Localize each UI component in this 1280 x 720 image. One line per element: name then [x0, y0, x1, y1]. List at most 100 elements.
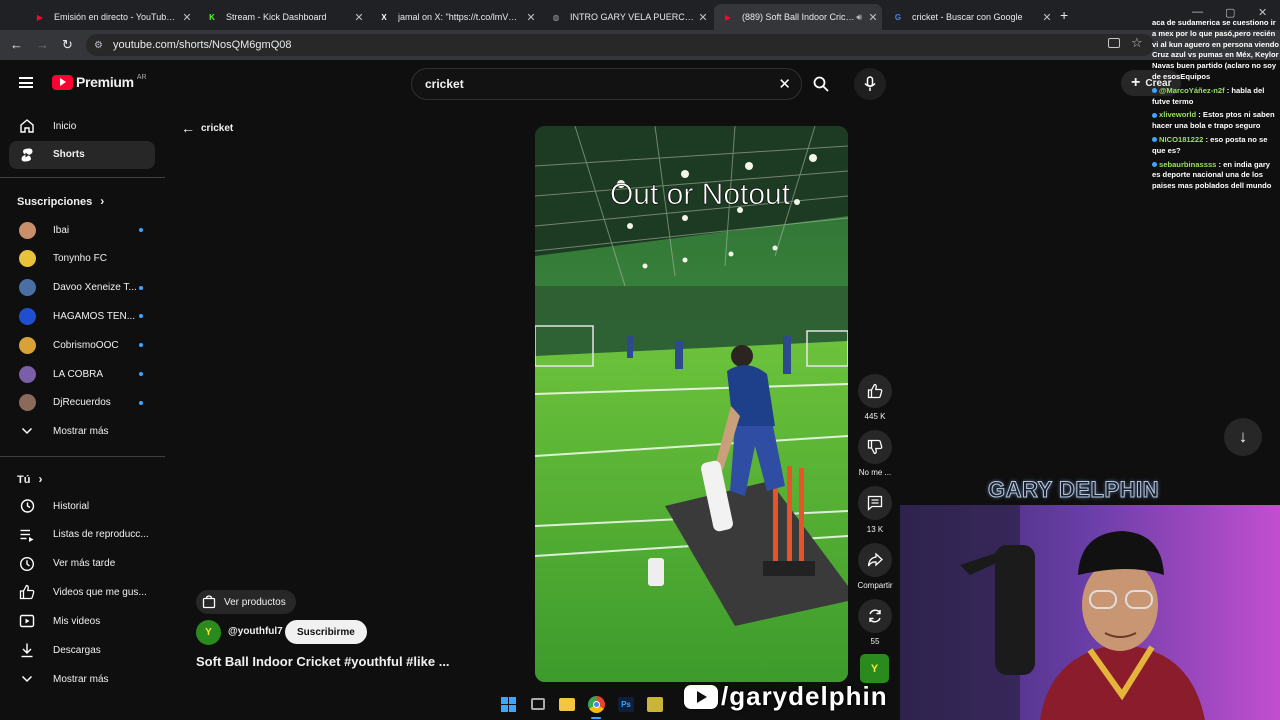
share-button[interactable]: [858, 543, 892, 577]
subscribe-button[interactable]: Suscribirme: [285, 620, 367, 644]
watch-later-icon: [17, 556, 37, 572]
browser-tab[interactable]: ▶ Emisión en directo - YouTube Stu ✕: [26, 4, 196, 30]
channel-avatar[interactable]: Y: [196, 620, 221, 645]
close-tab-icon[interactable]: ✕: [1038, 11, 1056, 24]
like-button[interactable]: [858, 374, 892, 408]
remix-button[interactable]: [858, 599, 892, 633]
chevron-right-icon: ›: [38, 472, 43, 486]
tab-title: Emisión en directo - YouTube Stu: [54, 12, 178, 22]
search-button[interactable]: [802, 68, 840, 100]
youtube-header: Premium AR cricket ✕ + Crear: [0, 60, 1280, 106]
products-label: Ver productos: [224, 596, 286, 608]
sidebar-item-playlists[interactable]: Listas de reproducc...: [9, 521, 155, 549]
sidebar-item-my-videos[interactable]: Mis videos: [9, 607, 155, 635]
short-video-player[interactable]: Out or Notout: [535, 126, 848, 682]
subscription-item[interactable]: Davoo Xeneize T...: [9, 274, 155, 302]
site-info-icon[interactable]: ⚙: [94, 40, 103, 51]
chrome-icon[interactable]: [588, 696, 605, 713]
browser-tab[interactable]: K Stream - Kick Dashboard ✕: [198, 4, 368, 30]
back-to-search-button[interactable]: ← cricket: [181, 120, 233, 136]
close-tab-icon[interactable]: ✕: [522, 11, 540, 24]
close-tab-icon[interactable]: ✕: [178, 11, 196, 24]
arrow-down-icon: ↓: [1238, 427, 1248, 446]
image-viewer-icon[interactable]: [647, 697, 663, 712]
subscription-item[interactable]: Tonynho FC: [9, 245, 155, 273]
youtube-logo[interactable]: Premium AR: [52, 74, 147, 90]
subscription-item[interactable]: HAGAMOS TEN...: [9, 302, 155, 330]
channel-name[interactable]: @youthful7: [228, 626, 283, 637]
sidebar-item-downloads[interactable]: Descargas: [9, 636, 155, 664]
chat-message: aca de sudamerica se cuestiono ir a mex …: [1152, 18, 1280, 83]
browser-tab[interactable]: Xjamal on X: "https://t.co/lmVVwq ✕: [370, 4, 540, 30]
webcam-feed: [900, 505, 1280, 720]
photoshop-icon[interactable]: Ps: [618, 697, 634, 712]
history-icon: [17, 498, 37, 514]
close-tab-icon[interactable]: ✕: [350, 11, 368, 24]
sidebar-item-label: LA COBRA: [53, 368, 104, 380]
tab-audio-icon[interactable]: 🔊︎: [856, 12, 862, 23]
subscription-item[interactable]: Ibai: [9, 216, 155, 244]
remix-count: 55: [870, 637, 880, 646]
minimize-button[interactable]: —: [1192, 6, 1203, 18]
sidebar-item-label: Davoo Xeneize T...: [53, 282, 137, 294]
show-more-subscriptions[interactable]: Mostrar más: [9, 417, 155, 445]
microphone-icon: [864, 76, 876, 91]
file-explorer-icon[interactable]: [559, 698, 575, 711]
sidebar-item-label: Videos que me gus...: [53, 586, 147, 598]
back-icon[interactable]: ←: [10, 37, 23, 52]
video-frame: Out or Notout: [535, 126, 848, 682]
sidebar-item-label: Ibai: [53, 224, 70, 236]
region-code: AR: [136, 73, 147, 81]
products-button[interactable]: Ver productos: [196, 590, 296, 614]
clear-search-icon[interactable]: ✕: [778, 75, 791, 93]
running-app-indicator: [591, 717, 601, 719]
you-heading[interactable]: Tú ›: [17, 472, 42, 486]
voice-search-button[interactable]: [854, 68, 886, 100]
browser-tab[interactable]: ◍ INTRO GARY VELA PUERCA.mp3✕: [542, 4, 712, 30]
channel-avatar: [17, 250, 37, 268]
live-dot-indicator: [139, 400, 143, 405]
channel-avatar: [17, 336, 37, 354]
sidebar-item-label: Listas de reproducc...: [53, 529, 149, 541]
comments-button[interactable]: [858, 486, 892, 520]
menu-icon[interactable]: [19, 77, 33, 88]
channel-avatar: [17, 394, 37, 412]
thumbs-down-icon: [867, 439, 883, 455]
video-title[interactable]: Soft Ball Indoor Cricket #youthful #like…: [196, 654, 450, 669]
subscription-item[interactable]: DjRecuerdos: [9, 389, 155, 417]
webcam-overlay: [900, 505, 1280, 720]
sidebar-item-liked[interactable]: Videos que me gus...: [9, 578, 155, 606]
bookmark-star-icon[interactable]: ☆: [1131, 35, 1143, 51]
liked-icon: [17, 584, 37, 600]
sidebar-item-watch-later[interactable]: Ver más tarde: [9, 550, 155, 578]
browser-tab[interactable]: Gcricket - Buscar con Google ✕: [884, 4, 1056, 30]
windows-start-icon[interactable]: [501, 697, 516, 712]
forward-icon[interactable]: →: [36, 37, 49, 52]
live-dot-indicator: [139, 285, 143, 290]
reload-icon[interactable]: ↻: [62, 37, 73, 53]
new-tab-button[interactable]: +: [1060, 7, 1068, 23]
subscriptions-heading[interactable]: Suscripciones ›: [17, 194, 104, 208]
youtube-studio-icon: ▶: [36, 12, 44, 22]
subscription-item[interactable]: CobrismoOOC: [9, 331, 155, 359]
next-short-button[interactable]: ↓: [1224, 418, 1262, 456]
show-more-you[interactable]: Mostrar más: [9, 665, 155, 693]
dislike-button[interactable]: [858, 430, 892, 464]
sidebar-item-home[interactable]: Inicio: [9, 112, 155, 140]
sidebar-item-shorts[interactable]: Shorts: [9, 140, 155, 169]
thumbs-up-icon: [867, 383, 883, 399]
tab-title: Stream - Kick Dashboard: [226, 12, 327, 22]
task-view-icon[interactable]: [531, 698, 545, 710]
subscription-item[interactable]: LA COBRA: [9, 360, 155, 388]
chat-username: sebaurbinassss: [1159, 159, 1217, 169]
search-input[interactable]: cricket ✕: [411, 68, 802, 100]
sidebar-item-history[interactable]: Historial: [9, 492, 155, 520]
audio-thumbnail[interactable]: Y: [860, 654, 889, 683]
video-overlay-title: Out or Notout: [610, 178, 791, 211]
close-tab-icon[interactable]: ✕: [864, 11, 882, 24]
sidebar-item-label: HAGAMOS TEN...: [53, 310, 136, 322]
address-bar[interactable]: ⚙ youtube.com/shorts/NosQM6gmQ08: [86, 34, 1154, 56]
browser-tab[interactable]: ▶ (889) Soft Ball Indoor Cricket 🔊︎ ✕: [714, 4, 882, 30]
close-tab-icon[interactable]: ✕: [694, 11, 712, 24]
install-app-icon[interactable]: [1108, 38, 1120, 48]
